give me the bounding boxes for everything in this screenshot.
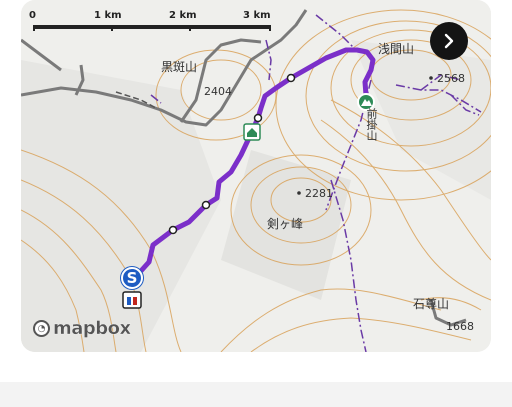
next-button[interactable]	[430, 22, 468, 60]
mapbox-logo[interactable]: ◔ mapbox	[33, 318, 131, 339]
place-tsurugi: 剣ヶ峰	[267, 217, 304, 231]
scale-bar-line	[33, 25, 271, 29]
place-kurofu: 黒斑山	[161, 60, 198, 74]
mapbox-logo-text: mapbox	[53, 318, 131, 339]
waypoint	[286, 73, 296, 83]
elevation-label: 2281	[305, 187, 333, 200]
waypoint	[168, 225, 178, 235]
scale-label-2km: 2 km	[169, 10, 197, 21]
waypoint	[253, 113, 263, 123]
place-asama: 浅間山	[378, 42, 415, 56]
toilet-icon[interactable]	[122, 291, 142, 309]
map-card[interactable]: 0 1 km 2 km 3 km 黒斑山 浅間山 前掛山 剣ヶ峰 石尊山 240…	[21, 0, 491, 352]
bottom-bar	[0, 382, 512, 407]
scale-label-0: 0	[29, 10, 36, 21]
scale-label-3km: 3 km	[243, 10, 271, 21]
scale-tick	[269, 25, 271, 31]
scale-tick	[33, 25, 35, 31]
elevation-label: 2568	[437, 72, 465, 85]
chevron-right-icon	[444, 33, 454, 49]
mapbox-logo-icon: ◔	[33, 320, 50, 337]
scale-bar: 0 1 km 2 km 3 km	[29, 10, 279, 34]
place-ishizon: 石尊山	[413, 297, 450, 311]
waypoint	[201, 200, 211, 210]
elevation-label: 2404	[204, 85, 232, 98]
elevation-label: 1668	[446, 320, 474, 333]
scale-tick	[111, 25, 113, 31]
hut-icon[interactable]	[243, 123, 261, 141]
scale-label-1km: 1 km	[94, 10, 122, 21]
place-asama-short: 前掛山	[365, 108, 378, 141]
start-marker[interactable]: S	[121, 267, 143, 289]
scale-tick	[189, 25, 191, 31]
